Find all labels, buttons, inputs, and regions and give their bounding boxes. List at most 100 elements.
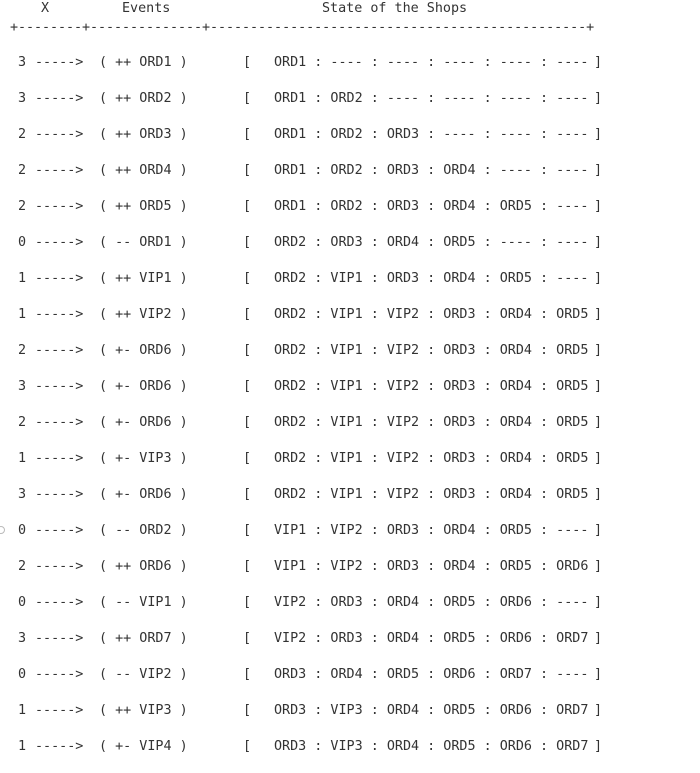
state-open-bracket: [ [243,487,252,502]
state-open-bracket: [ [243,379,252,394]
state-open-bracket: [ [243,199,252,214]
arrow: -----> [35,271,84,286]
table-row: 2 -----> ( ++ ORD6 ) [ VIP1 : VIP2 : ORD… [0,557,700,593]
header-border-line: +--------+--------------+---------------… [10,20,595,35]
arrow: -----> [35,343,84,358]
state-close-bracket: ] [594,163,603,178]
state-open-bracket: [ [243,631,252,646]
state-open-bracket: [ [243,163,252,178]
shop-state: ORD1 : ORD2 : ORD3 : ---- : ---- : ---- [274,127,589,142]
shop-state: VIP1 : VIP2 : ORD3 : ORD4 : ORD5 : ORD6 [274,559,589,574]
state-open-bracket: [ [243,235,252,250]
event: ( ++ ORD6 ) [99,559,188,574]
x-value: 0 [18,523,27,538]
x-value: 2 [18,127,27,142]
event: ( +- VIP3 ) [99,451,188,466]
state-close-bracket: ] [594,667,603,682]
table-row: 1 -----> ( +- VIP3 ) [ ORD2 : VIP1 : VIP… [0,449,700,485]
state-open-bracket: [ [243,523,252,538]
x-value: 2 [18,415,27,430]
table-row: 1 -----> ( ++ VIP2 ) [ ORD2 : VIP1 : VIP… [0,305,700,341]
shop-state: ORD2 : ORD3 : ORD4 : ORD5 : ---- : ---- [274,235,589,250]
shop-state: ORD1 : ---- : ---- : ---- : ---- : ---- [274,55,589,70]
state-open-bracket: [ [243,559,252,574]
state-close-bracket: ] [594,595,603,610]
table-row: 2 -----> ( ++ ORD3 ) [ ORD1 : ORD2 : ORD… [0,125,700,161]
x-value: 3 [18,91,27,106]
table-row: 0 -----> ( -- ORD1 ) [ ORD2 : ORD3 : ORD… [0,233,700,269]
column-header-events: Events [122,1,171,16]
table-row: 3 -----> ( ++ ORD1 ) [ ORD1 : ---- : ---… [0,53,700,89]
shop-state: ORD1 : ORD2 : ORD3 : ORD4 : ---- : ---- [274,163,589,178]
state-close-bracket: ] [594,55,603,70]
table-row: 1 -----> ( ++ VIP3 ) [ ORD3 : VIP3 : ORD… [0,701,700,737]
state-open-bracket: [ [243,667,252,682]
state-open-bracket: [ [243,415,252,430]
table-row: 1 -----> ( +- VIP4 ) [ ORD3 : VIP3 : ORD… [0,737,700,773]
state-close-bracket: ] [594,487,603,502]
table-row: 0 -----> ( -- VIP1 ) [ VIP2 : ORD3 : ORD… [0,593,700,629]
arrow: -----> [35,379,84,394]
event: ( ++ ORD5 ) [99,199,188,214]
event: ( ++ VIP3 ) [99,703,188,718]
x-value: 3 [18,631,27,646]
shop-state: ORD3 : VIP3 : ORD4 : ORD5 : ORD6 : ORD7 [274,739,589,754]
shop-state: VIP1 : VIP2 : ORD3 : ORD4 : ORD5 : ---- [274,523,589,538]
event: ( ++ ORD2 ) [99,91,188,106]
arrow: -----> [35,631,84,646]
event: ( ++ VIP2 ) [99,307,188,322]
event: ( ++ ORD1 ) [99,55,188,70]
table-row: 1 -----> ( ++ VIP1 ) [ ORD2 : VIP1 : ORD… [0,269,700,305]
column-header-state: State of the Shops [322,1,468,16]
arrow: -----> [35,235,84,250]
arrow: -----> [35,559,84,574]
shop-state: ORD2 : VIP1 : VIP2 : ORD3 : ORD4 : ORD5 [274,451,589,466]
state-open-bracket: [ [243,307,252,322]
shop-state: ORD1 : ORD2 : ---- : ---- : ---- : ---- [274,91,589,106]
state-open-bracket: [ [243,343,252,358]
state-open-bracket: [ [243,595,252,610]
event: ( -- ORD1 ) [99,235,188,250]
shop-state: ORD2 : VIP1 : VIP2 : ORD3 : ORD4 : ORD5 [274,379,589,394]
state-close-bracket: ] [594,703,603,718]
table-row: 2 -----> ( ++ ORD4 ) [ ORD1 : ORD2 : ORD… [0,161,700,197]
event: ( +- ORD6 ) [99,415,188,430]
x-value: 2 [18,199,27,214]
event: ( ++ ORD3 ) [99,127,188,142]
shop-state: ORD1 : ORD2 : ORD3 : ORD4 : ORD5 : ---- [274,199,589,214]
x-value: 1 [18,739,27,754]
x-value: 2 [18,559,27,574]
state-close-bracket: ] [594,415,603,430]
shop-state: ORD2 : VIP1 : VIP2 : ORD3 : ORD4 : ORD5 [274,415,589,430]
arrow: -----> [35,739,84,754]
shop-state: ORD3 : ORD4 : ORD5 : ORD6 : ORD7 : ---- [274,667,589,682]
state-close-bracket: ] [594,91,603,106]
arrow: -----> [35,127,84,142]
event: ( +- ORD6 ) [99,487,188,502]
arrow: -----> [35,667,84,682]
state-open-bracket: [ [243,703,252,718]
shop-state: ORD3 : VIP3 : ORD4 : ORD5 : ORD6 : ORD7 [274,703,589,718]
state-open-bracket: [ [243,55,252,70]
arrow: -----> [35,199,84,214]
arrow: -----> [35,487,84,502]
shop-state: ORD2 : VIP1 : VIP2 : ORD3 : ORD4 : ORD5 [274,343,589,358]
state-close-bracket: ] [594,235,603,250]
table-row: 2 -----> ( ++ ORD5 ) [ ORD1 : ORD2 : ORD… [0,197,700,233]
event: ( +- ORD6 ) [99,343,188,358]
arrow: -----> [35,415,84,430]
arrow: -----> [35,163,84,178]
event: ( -- VIP2 ) [99,667,188,682]
state-open-bracket: [ [243,271,252,286]
x-value: 3 [18,55,27,70]
arrow: -----> [35,523,84,538]
x-value: 1 [18,271,27,286]
table-row: 2 -----> ( +- ORD6 ) [ ORD2 : VIP1 : VIP… [0,413,700,449]
shop-state: ORD2 : VIP1 : VIP2 : ORD3 : ORD4 : ORD5 [274,307,589,322]
x-value: 1 [18,307,27,322]
x-value: 3 [18,379,27,394]
table-row: 3 -----> ( ++ ORD2 ) [ ORD1 : ORD2 : ---… [0,89,700,125]
shop-state: VIP2 : ORD3 : ORD4 : ORD5 : ORD6 : ORD7 [274,631,589,646]
state-close-bracket: ] [594,523,603,538]
event: ( ++ ORD4 ) [99,163,188,178]
